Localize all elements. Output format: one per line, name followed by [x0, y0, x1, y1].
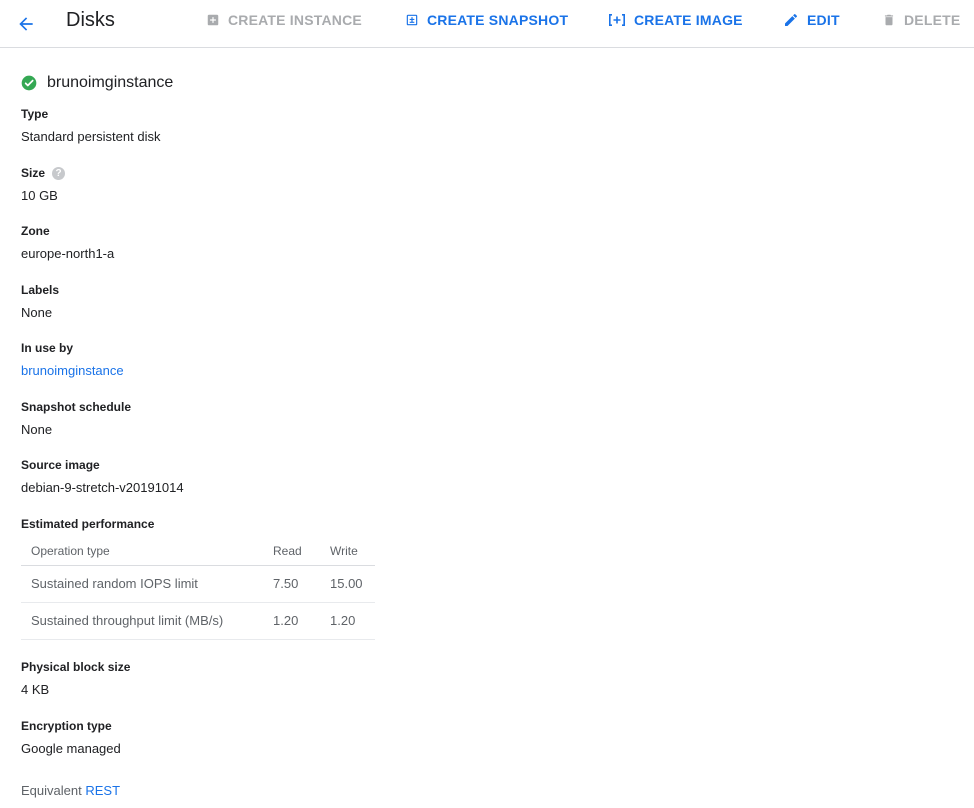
trash-icon: [882, 12, 896, 28]
create-image-label: CREATE IMAGE: [634, 12, 743, 28]
write-cell: 1.20: [330, 602, 375, 640]
bracket-plus-icon: [608, 13, 626, 27]
column-header-write: Write: [330, 538, 375, 566]
source-image-value: debian-9-stretch-v20191014: [21, 480, 184, 495]
size-label-row: Size?: [21, 166, 66, 181]
labels-value: None: [21, 305, 53, 320]
toolbar: Disks CREATE INSTANCE CREATE SNAPSHOT CR…: [0, 0, 974, 48]
create-snapshot-button[interactable]: CREATE SNAPSHOT: [405, 10, 568, 30]
delete-button[interactable]: DELETE: [882, 10, 960, 30]
in-use-by-label: In use by: [21, 341, 74, 355]
equivalent-label: Equivalent: [21, 783, 82, 798]
table-header-row: Operation type Read Write: [21, 538, 375, 566]
encryption-type-value: Google managed: [21, 741, 121, 756]
help-icon[interactable]: ?: [52, 167, 66, 181]
size-label: Size: [21, 166, 46, 180]
check-circle-icon: [21, 75, 37, 91]
size-value: 10 GB: [21, 188, 58, 203]
in-use-by-link[interactable]: brunoimginstance: [21, 363, 124, 378]
snapshot-icon: [405, 13, 419, 27]
delete-label: DELETE: [904, 12, 961, 28]
labels-label: Labels: [21, 283, 60, 297]
estimated-performance-label: Estimated performance: [21, 517, 155, 531]
type-label: Type: [21, 107, 49, 121]
read-cell: 7.50: [273, 565, 330, 603]
equivalent-rest: Equivalent REST: [21, 783, 120, 798]
create-instance-label: CREATE INSTANCE: [228, 12, 362, 28]
pencil-icon: [783, 12, 799, 28]
arrow-back-icon: [19, 17, 33, 31]
type-value: Standard persistent disk: [21, 129, 161, 144]
operation-cell: Sustained random IOPS limit: [21, 565, 273, 603]
add-box-icon: [206, 13, 220, 27]
physical-block-size-value: 4 KB: [21, 682, 50, 697]
back-button[interactable]: [10, 8, 42, 40]
table-row: Sustained throughput limit (MB/s) 1.20 1…: [21, 602, 375, 640]
create-snapshot-label: CREATE SNAPSHOT: [427, 12, 569, 28]
snapshot-schedule-label: Snapshot schedule: [21, 400, 132, 414]
edit-label: EDIT: [807, 12, 840, 28]
read-cell: 1.20: [273, 602, 330, 640]
page-title: Disks: [66, 9, 115, 31]
zone-value: europe-north1-a: [21, 246, 115, 261]
snapshot-schedule-value: None: [21, 422, 53, 437]
edit-button[interactable]: EDIT: [783, 10, 840, 30]
column-header-operation: Operation type: [21, 538, 273, 566]
operation-cell: Sustained throughput limit (MB/s): [21, 602, 273, 640]
table-row: Sustained random IOPS limit 7.50 15.00: [21, 565, 375, 603]
zone-label: Zone: [21, 224, 50, 238]
performance-table: Operation type Read Write Sustained rand…: [21, 538, 375, 640]
create-image-button[interactable]: CREATE IMAGE: [608, 10, 743, 30]
write-cell: 15.00: [330, 565, 375, 603]
disk-header: brunoimginstance: [21, 74, 173, 92]
source-image-label: Source image: [21, 458, 100, 472]
encryption-type-label: Encryption type: [21, 719, 112, 733]
disk-name: brunoimginstance: [47, 74, 174, 91]
rest-link[interactable]: REST: [85, 783, 120, 798]
create-instance-button[interactable]: CREATE INSTANCE: [206, 10, 362, 30]
physical-block-size-label: Physical block size: [21, 660, 131, 674]
column-header-read: Read: [273, 538, 330, 566]
